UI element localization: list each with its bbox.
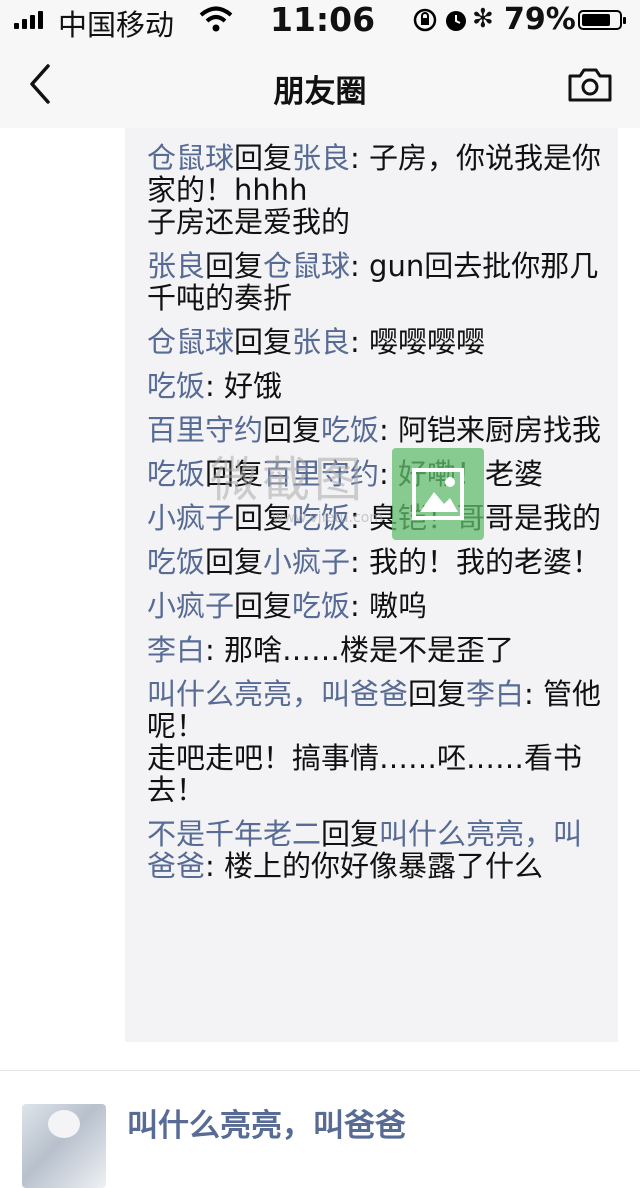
reply-word: 回复 — [205, 545, 264, 579]
comment-text: 嗷呜 — [369, 589, 428, 623]
comment-item[interactable]: 百里守约回复吃饭: 阿铠来厨房找我 — [147, 414, 605, 446]
reply-target-name[interactable]: 百里守约 — [263, 457, 379, 491]
comment-colon: : — [350, 141, 370, 175]
comment-colon: : — [205, 849, 225, 883]
post-divider — [0, 1070, 640, 1071]
commenter-name[interactable]: 仓鼠球 — [147, 141, 234, 175]
signal-strength-icon — [14, 11, 43, 29]
commenter-name[interactable]: 不是千年老二 — [147, 817, 321, 851]
reply-word: 回复 — [234, 325, 293, 359]
reply-target-name[interactable]: 吃饭 — [321, 413, 379, 447]
navigation-bar: 朋友圈 — [0, 40, 640, 128]
comment-colon: : — [379, 413, 399, 447]
camera-icon[interactable] — [566, 66, 614, 104]
comment-text: 好饿 — [224, 369, 283, 403]
comment-colon: : — [350, 501, 370, 535]
wifi-icon — [199, 6, 233, 32]
reply-word: 回复 — [263, 413, 322, 447]
commenter-name[interactable]: 吃饭 — [147, 457, 205, 491]
commenter-name[interactable]: 小疯子 — [147, 589, 234, 623]
comment-item[interactable]: 张良回复仓鼠球: gun回去批你那几千吨的奏折 — [147, 250, 605, 314]
comment-item[interactable]: 仓鼠球回复张良: 嘤嘤嘤嘤 — [147, 326, 605, 358]
comment-text: 我的！我的老婆！ — [369, 545, 602, 579]
reply-word: 回复 — [205, 249, 264, 283]
commenter-name[interactable]: 张良 — [147, 249, 205, 283]
reply-word: 回复 — [408, 677, 467, 711]
comment-item[interactable]: 吃饭回复小疯子: 我的！我的老婆！ — [147, 546, 605, 578]
battery-percent: 79% — [504, 2, 576, 37]
status-bar: 中国移动 11:06 ✻ 79% — [0, 0, 640, 42]
reply-target-name[interactable]: 吃饭 — [292, 589, 350, 623]
comment-text: 楼上的你好像暴露了什么 — [224, 849, 544, 883]
reply-word: 回复 — [321, 817, 380, 851]
battery-icon — [578, 10, 626, 30]
bluetooth-icon: ✻ — [472, 4, 494, 34]
reply-target-name[interactable]: 张良 — [292, 325, 350, 359]
comment-text: 阿铠来厨房找我 — [398, 413, 602, 447]
comment-text: 那啥……楼是不是歪了 — [224, 633, 515, 667]
reply-word: 回复 — [205, 457, 264, 491]
comment-colon: : — [205, 369, 225, 403]
reply-target-name[interactable]: 李白 — [466, 677, 524, 711]
comment-item[interactable]: 李白: 那啥……楼是不是歪了 — [147, 634, 605, 666]
reply-word: 回复 — [234, 589, 293, 623]
comment-item[interactable]: 吃饭回复百里守约: 好嘞！老婆 — [147, 458, 605, 490]
comment-colon: : — [205, 633, 225, 667]
clock-time: 11:06 — [270, 0, 376, 39]
reply-word: 回复 — [234, 501, 293, 535]
comment-item[interactable]: 小疯子回复吃饭: 臭铠！哥哥是我的 — [147, 502, 605, 534]
page-title: 朋友圈 — [273, 74, 367, 110]
post-author-name[interactable]: 叫什么亮亮，叫爸爸 — [127, 1100, 406, 1145]
comment-colon: : — [350, 589, 370, 623]
comment-item[interactable]: 仓鼠球回复张良: 子房，你说我是你家的！hhhh 子房还是爱我的 — [147, 142, 605, 238]
commenter-name[interactable]: 吃饭 — [147, 545, 205, 579]
commenter-name[interactable]: 李白 — [147, 633, 205, 667]
reply-target-name[interactable]: 张良 — [292, 141, 350, 175]
commenter-name[interactable]: 叫什么亮亮，叫爸爸 — [147, 677, 408, 711]
comments-panel: … 仓鼠球回复张良: 子房，你说我是你家的！hhhh 子房还是爱我的张良回复仓鼠… — [125, 128, 618, 1042]
comment-colon: : — [379, 457, 399, 491]
comment-text: 臭铠！哥哥是我的 — [369, 501, 602, 535]
reply-target-name[interactable]: 仓鼠球 — [263, 249, 350, 283]
comment-item[interactable]: 不是千年老二回复叫什么亮亮，叫爸爸: 楼上的你好像暴露了什么 — [147, 818, 605, 882]
comment-item[interactable]: 小疯子回复吃饭: 嗷呜 — [147, 590, 605, 622]
commenter-name[interactable]: 仓鼠球 — [147, 325, 234, 359]
comment-list: 仓鼠球回复张良: 子房，你说我是你家的！hhhh 子房还是爱我的 张良回复仓鼠球:… — [147, 142, 605, 894]
comment-colon: : — [350, 325, 370, 359]
clipped-text: … — [147, 128, 177, 134]
alarm-icon — [446, 11, 466, 31]
commenter-name[interactable]: 百里守约 — [147, 413, 263, 447]
carrier-name: 中国移动 — [58, 8, 175, 42]
commenter-name[interactable]: 吃饭 — [147, 369, 205, 403]
comment-text: 好嘞！老婆 — [398, 457, 544, 491]
reply-word: 回复 — [234, 141, 293, 175]
comment-colon: : — [350, 545, 370, 579]
reply-target-name[interactable]: 吃饭 — [292, 501, 350, 535]
avatar[interactable] — [22, 1104, 106, 1188]
commenter-name[interactable]: 小疯子 — [147, 501, 234, 535]
comment-item[interactable]: 吃饭: 好饿 — [147, 370, 605, 402]
rotation-lock-icon — [413, 8, 437, 32]
comment-item[interactable]: 叫什么亮亮，叫爸爸回复李白: 管他呢！ 走吧走吧！搞事情……呸……看书去！ — [147, 678, 605, 806]
reply-target-name[interactable]: 小疯子 — [263, 545, 350, 579]
comment-colon: : — [350, 249, 370, 283]
comment-colon: : — [524, 677, 544, 711]
comment-text: 嘤嘤嘤嘤 — [369, 325, 486, 359]
